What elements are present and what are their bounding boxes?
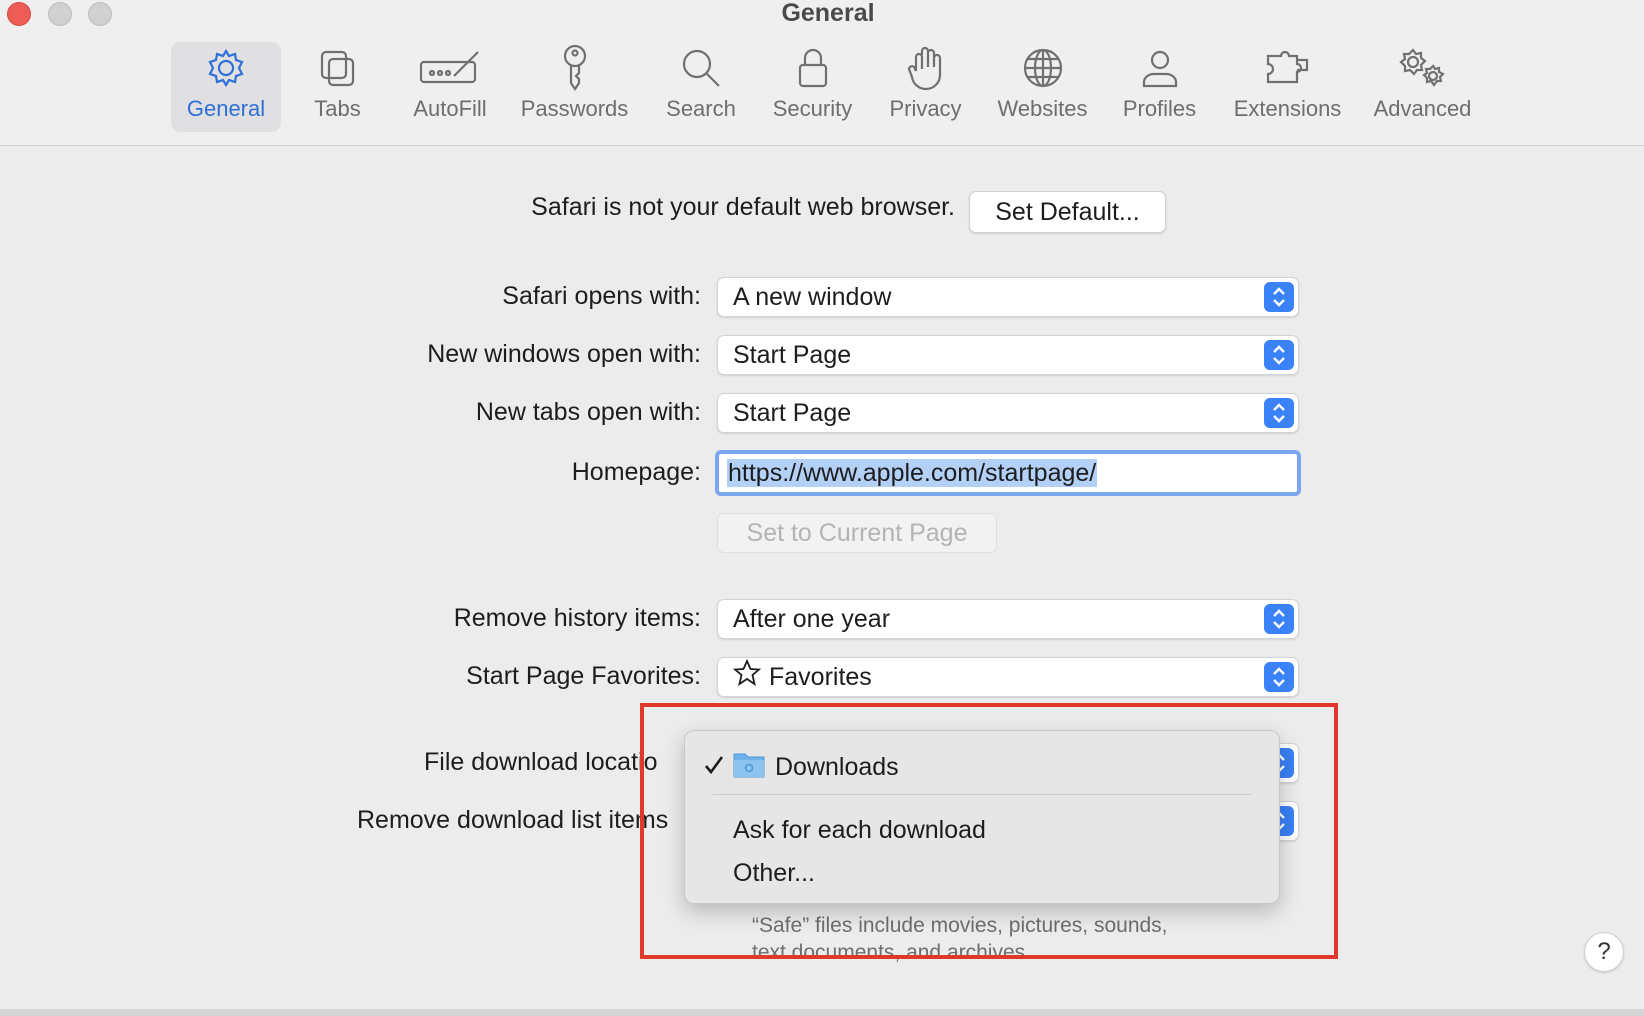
tab-extensions[interactable]: Extensions [1225, 42, 1350, 132]
tab-websites[interactable]: Websites [990, 42, 1095, 132]
hand-icon [878, 42, 973, 94]
star-icon [732, 658, 762, 698]
tabs-icon [290, 42, 385, 94]
homepage-field[interactable]: https://www.apple.com/startpage/ [715, 450, 1301, 496]
tab-label: General [186, 96, 266, 121]
search-icon [655, 42, 747, 94]
opens-with-label: Safari opens with: [502, 282, 701, 310]
tab-label: Extensions [1233, 96, 1342, 121]
tab-privacy[interactable]: Privacy [878, 42, 973, 132]
new-tabs-label: New tabs open with: [475, 398, 701, 426]
new-windows-popup[interactable]: Start Page [717, 335, 1299, 375]
chevron-updown-icon [1264, 398, 1294, 428]
tab-label: Search [666, 96, 736, 121]
homepage-value: https://www.apple.com/startpage/ [727, 459, 1098, 487]
set-default-button[interactable]: Set Default... [969, 191, 1166, 233]
default-browser-message: Safari is not your default web browser. [531, 193, 955, 221]
person-icon [1112, 42, 1207, 94]
title-bar: General General Tabs AutoFill Passwords [0, 0, 1644, 146]
globe-icon [990, 42, 1095, 94]
gear-icon [171, 42, 281, 94]
opens-with-popup[interactable]: A new window [717, 277, 1299, 317]
tab-advanced[interactable]: Advanced [1365, 42, 1480, 132]
tab-label: Profiles [1122, 96, 1197, 121]
chevron-updown-icon [1264, 282, 1294, 312]
opens-with-value: A new window [733, 283, 892, 311]
chevron-updown-icon [1264, 604, 1294, 634]
remove-history-label: Remove history items: [453, 604, 701, 632]
highlight-box [640, 703, 1338, 959]
start-favorites-label: Start Page Favorites: [466, 662, 701, 690]
chevron-updown-icon [1264, 340, 1294, 370]
download-location-label: File download locatio [424, 748, 658, 776]
help-button[interactable]: ? [1584, 932, 1624, 972]
tab-search[interactable]: Search [655, 42, 747, 132]
safari-settings-window: General General Tabs AutoFill Passwords [0, 0, 1644, 1016]
window-bottom-edge [0, 1009, 1644, 1016]
tab-label: Websites [997, 96, 1088, 121]
new-tabs-popup[interactable]: Start Page [717, 393, 1299, 433]
new-windows-label: New windows open with: [427, 340, 701, 368]
tab-label: AutoFill [413, 96, 487, 121]
remove-history-popup[interactable]: After one year [717, 599, 1299, 639]
chevron-updown-icon [1264, 662, 1294, 692]
tab-label: Tabs [314, 96, 361, 121]
tab-label: Advanced [1373, 96, 1472, 121]
remove-downloads-label: Remove download list items [357, 806, 669, 834]
tab-autofill[interactable]: AutoFill [400, 42, 500, 132]
set-to-current-page-button[interactable]: Set to Current Page [717, 513, 997, 553]
key-icon [512, 42, 637, 94]
homepage-label: Homepage: [571, 458, 701, 486]
autofill-icon [400, 42, 500, 94]
gears-icon [1365, 42, 1480, 94]
tab-profiles[interactable]: Profiles [1112, 42, 1207, 132]
tab-label: Security [772, 96, 853, 121]
general-pane: Safari is not your default web browser. … [0, 147, 1644, 1016]
tab-label: Passwords [520, 96, 629, 121]
start-favorites-popup[interactable]: Favorites [717, 657, 1299, 697]
puzzle-icon [1225, 42, 1350, 94]
window-title: General [781, 0, 875, 27]
remove-history-value: After one year [733, 605, 891, 633]
tab-security[interactable]: Security [765, 42, 860, 132]
tab-general[interactable]: General [171, 42, 281, 132]
new-tabs-value: Start Page [733, 399, 852, 427]
start-favorites-value: Favorites [769, 663, 872, 691]
tab-tabs[interactable]: Tabs [290, 42, 385, 132]
lock-icon [765, 42, 860, 94]
tab-label: Privacy [889, 96, 962, 121]
tab-passwords[interactable]: Passwords [512, 42, 637, 132]
new-windows-value: Start Page [733, 341, 852, 369]
